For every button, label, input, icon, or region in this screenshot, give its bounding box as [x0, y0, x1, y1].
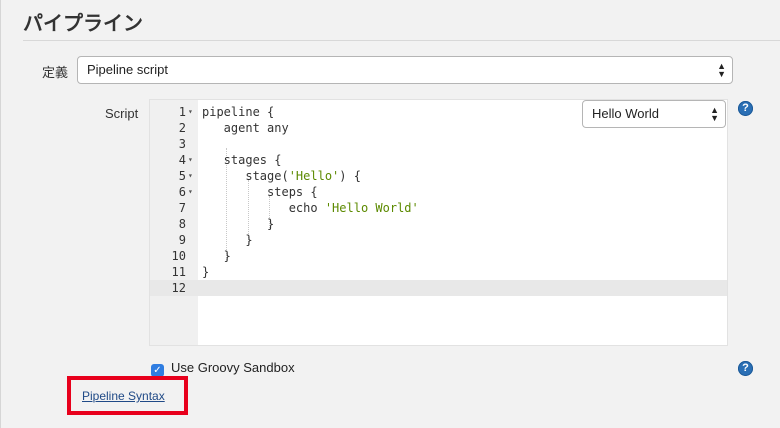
code-text: } — [202, 265, 210, 279]
select-arrows-icon: ▲ ▼ — [710, 105, 719, 123]
line-number: 3 — [178, 137, 186, 151]
line-number: 12 — [171, 281, 186, 295]
checkmark-icon: ✓ — [153, 365, 162, 376]
sandbox-label[interactable]: Use Groovy Sandbox — [171, 360, 295, 375]
code-line: 3 — [150, 136, 727, 152]
line-number: 7 — [178, 201, 186, 215]
code-text: pipeline { — [202, 105, 275, 119]
code-line: 4 ▾ stages { — [150, 152, 727, 168]
code-text: steps { — [202, 185, 318, 199]
section-title: パイプライン — [23, 11, 143, 35]
fold-toggle-icon[interactable]: ▾ — [188, 184, 196, 200]
line-number: 5 — [178, 169, 186, 183]
fold-toggle-icon[interactable]: ▾ — [188, 104, 196, 120]
definition-select[interactable]: Pipeline script ▲ ▼ — [77, 56, 733, 84]
fold-toggle-icon[interactable]: ▾ — [188, 168, 196, 184]
code-line: 9 } — [150, 232, 727, 248]
line-number: 10 — [171, 249, 186, 263]
line-number: 4 — [178, 153, 186, 167]
code-line: 12 — [150, 280, 727, 296]
code-line: 10 } — [150, 248, 727, 264]
line-number: 11 — [171, 265, 186, 279]
line-number: 1 — [178, 105, 186, 119]
fold-toggle-icon[interactable]: ▾ — [188, 152, 196, 168]
sample-script-select[interactable]: Hello World ▲ ▼ — [582, 100, 726, 128]
code-line: 8 } — [150, 216, 727, 232]
line-number: 9 — [178, 233, 186, 247]
code-text: } — [202, 249, 231, 263]
code-line: 7 echo 'Hello World' — [150, 200, 727, 216]
section-divider — [23, 40, 780, 41]
code-text: } — [202, 217, 275, 231]
pipeline-syntax-link[interactable]: Pipeline Syntax — [82, 389, 165, 403]
select-arrows-icon: ▲ ▼ — [717, 61, 726, 79]
code-line: 6 ▾ steps { — [150, 184, 727, 200]
code-text: stages { — [202, 153, 282, 167]
code-text: echo 'Hello World' — [202, 201, 419, 215]
help-icon[interactable]: ? — [738, 361, 753, 376]
script-editor[interactable]: 1 ▾ pipeline {2 agent any 3 4 ▾ stages {5 ▾ st… — [149, 99, 728, 346]
definition-select-value: Pipeline script — [87, 62, 168, 77]
line-number: 2 — [178, 121, 186, 135]
code-text: agent any — [202, 121, 289, 135]
code-line: 5 ▾ stage('Hello') { — [150, 168, 727, 184]
pipeline-panel: パイプライン 定義 Pipeline script ▲ ▼ Script 1 ▾ pi… — [0, 0, 780, 428]
line-number: 6 — [178, 185, 186, 199]
line-number: 8 — [178, 217, 186, 231]
definition-label: 定義 — [42, 65, 69, 80]
script-label: Script — [105, 106, 139, 121]
sample-script-select-value: Hello World — [592, 106, 659, 121]
code-text: } — [202, 233, 253, 247]
code-text: stage('Hello') { — [202, 169, 361, 183]
help-icon[interactable]: ? — [738, 101, 753, 116]
code-line: 11} — [150, 264, 727, 280]
